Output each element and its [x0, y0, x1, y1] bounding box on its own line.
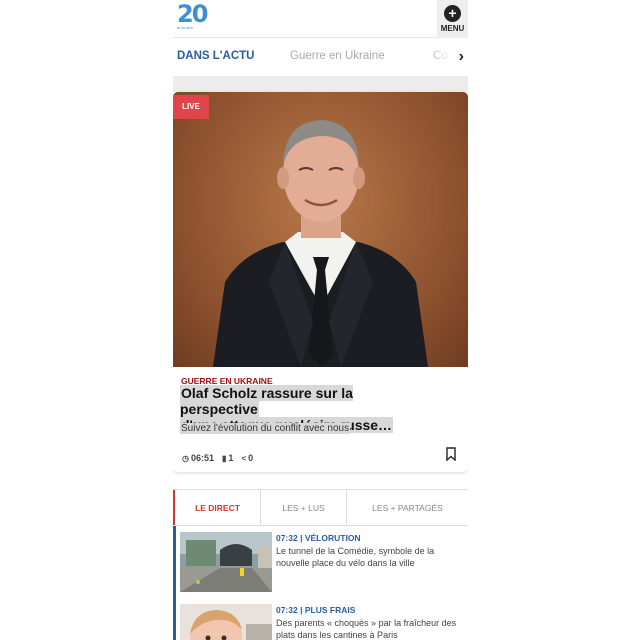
topic-nav: DANS L'ACTU Guerre en Ukraine Co ›	[173, 38, 468, 76]
logo-number: 20	[177, 0, 208, 28]
chevron-right-icon[interactable]: ›	[459, 48, 464, 66]
news-time-tag: 07:32 | PLUS FRAIS	[276, 605, 356, 615]
news-text: Le tunnel de la Comédie, symbole de la n…	[276, 546, 435, 568]
child-image	[180, 604, 272, 640]
menu-label: MENU	[440, 24, 465, 33]
article-meta: ◷ 06:51 ▮ 1 <0	[182, 453, 253, 463]
bookmark-icon[interactable]	[446, 447, 456, 461]
tab-les-plus-lus[interactable]: LES + LUS	[261, 490, 347, 525]
hero-photo[interactable]: LIVE	[173, 92, 468, 367]
nav-item-dans-l-actu[interactable]: DANS L'ACTU	[177, 50, 254, 62]
news-time-tag: 07:32 | VÉLORUTION	[276, 533, 361, 543]
comment-count: 1	[228, 453, 234, 463]
tab-les-plus-partages[interactable]: LES + PARTAGÉS	[347, 490, 468, 525]
nav-fade	[428, 38, 452, 76]
app-screen: 20 minutes + MENU DANS L'ACTU Guerre en …	[173, 0, 468, 640]
article-lead[interactable]: Suivez l'évolution du conflit avec nous	[180, 423, 351, 434]
news-tabs: LE DIRECT LES + LUS LES + PARTAGÉS	[173, 489, 468, 526]
tab-le-direct[interactable]: LE DIRECT	[173, 490, 261, 525]
news-thumbnail	[180, 604, 272, 640]
time-meta: ◷ 06:51	[182, 453, 214, 463]
list-item[interactable]: 07:32 | PLUS FRAIS Des parents « choqués…	[176, 598, 468, 640]
list-item[interactable]: 07:32 | VÉLORUTION Le tunnel de la Coméd…	[176, 526, 468, 592]
tunnel-image	[180, 532, 272, 592]
site-header: 20 minutes + MENU	[173, 0, 468, 38]
article-time: 06:51	[190, 453, 215, 463]
portrait-illustration	[213, 120, 428, 367]
news-text: Des parents « choqués » par la fraîcheur…	[276, 618, 457, 640]
menu-button[interactable]: + MENU	[437, 0, 468, 38]
news-list: 07:32 | VÉLORUTION Le tunnel de la Coméd…	[173, 526, 468, 640]
share-count: 0	[248, 453, 254, 463]
live-badge: LIVE	[173, 95, 209, 119]
clock-icon: ◷	[182, 454, 189, 463]
article-title-line-1: Olaf Scholz rassure sur la perspective	[180, 385, 353, 417]
section-separator	[173, 76, 468, 92]
nav-item-guerre-en-ukraine[interactable]: Guerre en Ukraine	[290, 50, 385, 62]
hero-article-card[interactable]: LIVE GUERRE EN UKRAINE Olaf Scholz rassu…	[173, 92, 468, 472]
comment-icon: ▮	[222, 454, 227, 463]
news-thumbnail	[180, 532, 272, 592]
site-logo[interactable]: 20 minutes	[177, 0, 209, 33]
plus-icon: +	[444, 5, 461, 22]
shares-meta[interactable]: <0	[241, 453, 253, 463]
comments-meta[interactable]: ▮ 1	[222, 453, 233, 463]
article-lead-text: Suivez l'évolution du conflit avec nous	[180, 423, 351, 434]
share-icon: <	[241, 454, 247, 463]
